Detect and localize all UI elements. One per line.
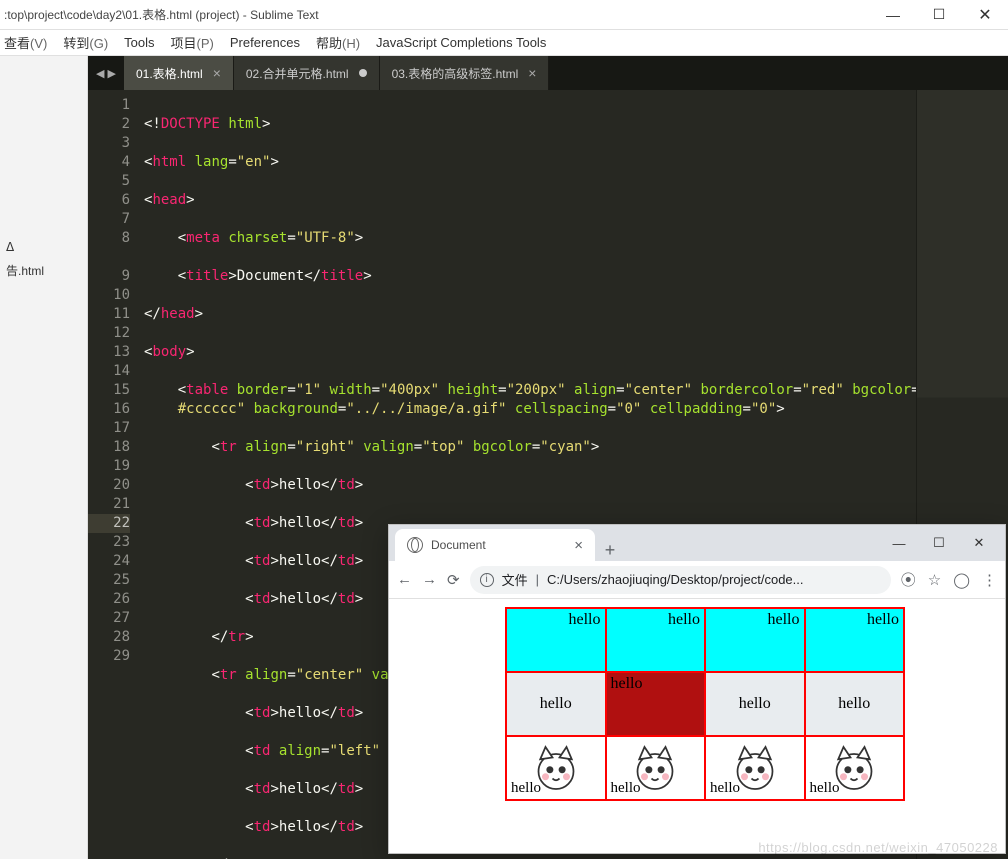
table-cell: hello [606, 672, 706, 736]
sidebar: ᐃ 告.html [0, 56, 88, 859]
menubar: 查看(V) 转到(G) Tools 项目(P) Preferences 帮助(H… [0, 30, 1008, 56]
maximize-button[interactable]: ☐ [916, 0, 962, 30]
table-cell: hello [705, 672, 805, 736]
gutter: 1234567 8 9101112131415161718192021 22 2… [88, 90, 140, 859]
profile-icon[interactable]: ◯ [953, 571, 970, 589]
sidebar-file[interactable]: 告.html [0, 258, 87, 283]
url-text: C:/Users/zhaojiuqing/Desktop/project/cod… [547, 572, 804, 587]
new-tab-button[interactable]: + [595, 540, 625, 561]
close-button[interactable]: ✕ [962, 0, 1008, 30]
url-box[interactable]: i 文件 | C:/Users/zhaojiuqing/Desktop/proj… [470, 566, 891, 594]
info-icon[interactable]: i [480, 573, 494, 587]
close-icon[interactable]: × [528, 65, 536, 81]
table-cell: hello [606, 736, 706, 800]
table-cell: hello [805, 736, 905, 800]
browser-content: hello hello hello hello hello hello hell… [389, 599, 1005, 853]
table-cell: hello [705, 736, 805, 800]
browser-window-buttons: — ☐ ✕ [879, 525, 999, 561]
tab-02[interactable]: 02.合并单元格.html [234, 56, 380, 90]
browser-window: Document × + — ☐ ✕ ← → ⟳ i 文件 | C:/Users… [388, 524, 1006, 854]
globe-icon [407, 537, 423, 553]
tab-01[interactable]: 01.表格.html × [124, 56, 234, 90]
url-prefix: 文件 [502, 570, 528, 589]
maximize-button[interactable]: ☐ [919, 525, 959, 561]
table-cell: hello [805, 672, 905, 736]
unsaved-dot-icon [359, 69, 367, 77]
titlebar: :top\project\code\day2\01.表格.html (proje… [0, 0, 1008, 30]
tab-scroll-arrows[interactable]: ◀ ▶ [88, 56, 124, 90]
tab-label: 03.表格的高级标签.html [392, 65, 519, 82]
tab-label: 01.表格.html [136, 65, 203, 82]
table-row: hello hello hello hello [506, 672, 904, 736]
star-icon[interactable]: ☆ [928, 571, 941, 589]
browser-tabstrip: Document × + — ☐ ✕ [389, 525, 1005, 561]
minimize-button[interactable]: — [879, 525, 919, 561]
table-cell: hello [506, 608, 606, 672]
table-row: hello hello hello hello [506, 736, 904, 800]
menu-goto[interactable]: 转到(G) [63, 33, 108, 52]
rendered-table: hello hello hello hello hello hello hell… [505, 607, 905, 801]
tab-03[interactable]: 03.表格的高级标签.html × [380, 56, 550, 90]
forward-icon[interactable]: → [422, 571, 437, 588]
reload-icon[interactable]: ⟳ [447, 571, 460, 589]
menu-icon[interactable]: ⋮ [982, 571, 997, 589]
window-buttons: — ☐ ✕ [870, 0, 1008, 30]
menu-js-completions[interactable]: JavaScript Completions Tools [376, 35, 546, 50]
table-cell: hello [805, 608, 905, 672]
back-icon[interactable]: ← [397, 571, 412, 588]
table-cell: hello [606, 608, 706, 672]
table-cell: hello [506, 736, 606, 800]
browser-tab-title: Document [431, 538, 486, 552]
close-icon[interactable]: × [574, 537, 583, 554]
translate-icon[interactable]: ⦿ [901, 569, 916, 590]
menu-project[interactable]: 项目(P) [171, 33, 214, 52]
table-row: hello hello hello hello [506, 608, 904, 672]
table-cell: hello [506, 672, 606, 736]
sidebar-file[interactable]: ᐃ [0, 236, 87, 258]
menu-view[interactable]: 查看(V) [4, 33, 47, 52]
menu-tools[interactable]: Tools [124, 35, 154, 50]
tab-label: 02.合并单元格.html [246, 65, 349, 82]
window-title: :top\project\code\day2\01.表格.html (proje… [4, 6, 870, 23]
browser-tab[interactable]: Document × [395, 529, 595, 561]
table-cell: hello [705, 608, 805, 672]
tab-row: ◀ ▶ 01.表格.html × 02.合并单元格.html 03.表格的高级标… [88, 56, 1008, 90]
browser-toolbar: ← → ⟳ i 文件 | C:/Users/zhaojiuqing/Deskto… [389, 561, 1005, 599]
menu-preferences[interactable]: Preferences [230, 35, 300, 50]
close-icon[interactable]: × [213, 65, 221, 81]
toolbar-right: ⦿ ☆ ◯ ⋮ [901, 569, 997, 590]
close-button[interactable]: ✕ [959, 525, 999, 561]
minimize-button[interactable]: — [870, 0, 916, 30]
watermark: https://blog.csdn.net/weixin_47050228 [758, 840, 998, 855]
menu-help[interactable]: 帮助(H) [316, 33, 360, 52]
